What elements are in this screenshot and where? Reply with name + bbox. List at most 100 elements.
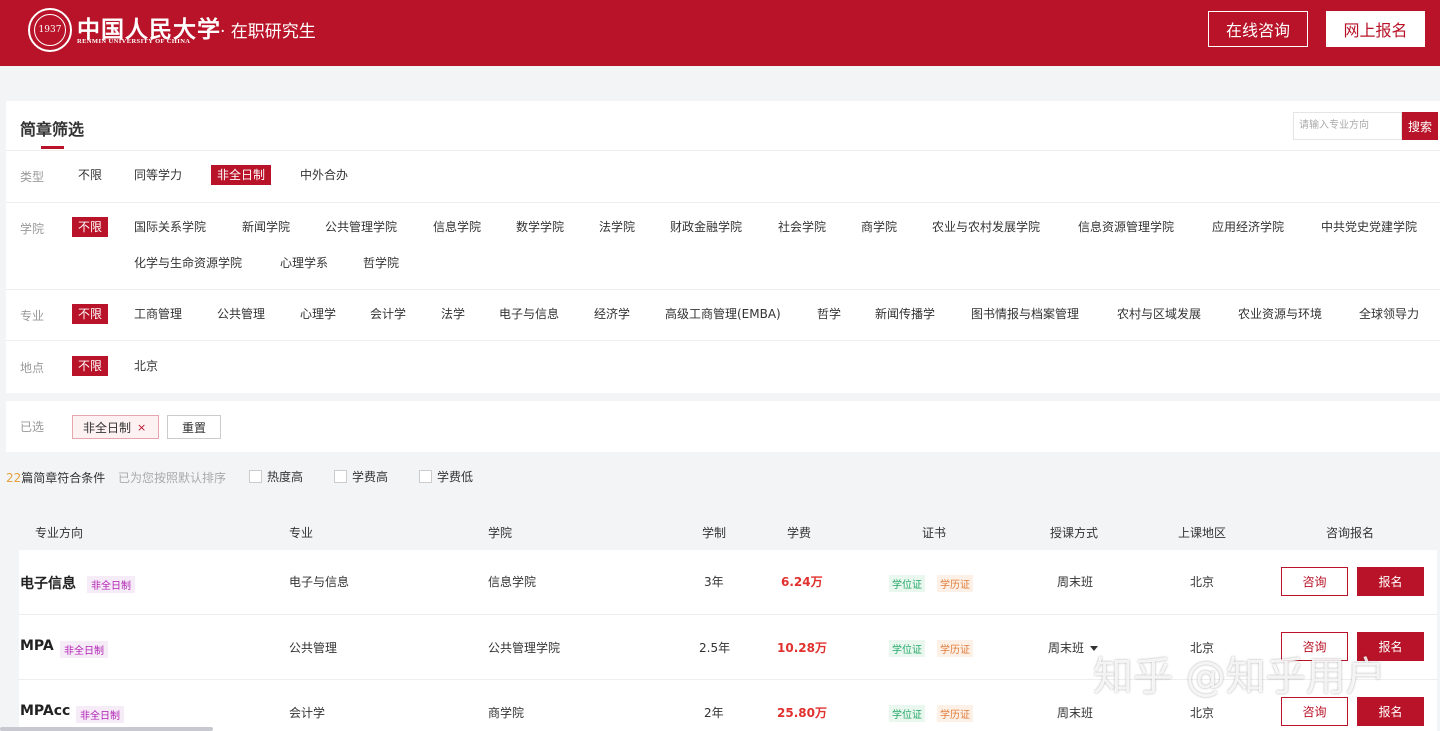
major-option[interactable]: 不限 <box>72 304 109 324</box>
sort-option-label: 热度高 <box>267 470 304 484</box>
sort-option-popular[interactable]: 热度高 <box>249 468 303 485</box>
college-option[interactable]: 心理学系 <box>280 256 328 270</box>
sort-option-label: 学费高 <box>352 470 389 484</box>
university-seal-logo[interactable]: 1937 <box>28 8 72 52</box>
college-label: 学院 <box>20 222 45 236</box>
online-apply-button[interactable]: 网上报名 <box>1326 11 1425 47</box>
program-type-badge: 非全日制 <box>87 576 135 593</box>
major-option[interactable]: 高级工商管理(EMBA) <box>665 307 781 321</box>
result-count: 22篇简章符合条件 <box>6 469 105 486</box>
top-header: 1937 中国人民大学 RENMIN UNIVERSITY OF CHINA ·… <box>0 0 1440 66</box>
watermark: 知乎 @知乎用户 <box>1093 654 1386 700</box>
college-option[interactable]: 哲学院 <box>363 256 399 270</box>
search-button[interactable]: 搜索 <box>1402 112 1438 140</box>
program-direction[interactable]: 电子信息 <box>20 573 76 593</box>
major-option[interactable]: 全球领导力 <box>1359 307 1419 321</box>
region-cell: 北京 <box>1190 706 1215 720</box>
divider <box>6 202 1440 203</box>
result-count-number: 22 <box>6 471 22 485</box>
major-option[interactable]: 电子与信息 <box>499 307 559 321</box>
college-option[interactable]: 数学学院 <box>516 220 564 234</box>
college-option[interactable]: 法学院 <box>599 220 635 234</box>
major-option[interactable]: 会计学 <box>370 307 406 321</box>
major-option[interactable]: 新闻传播学 <box>875 307 935 321</box>
divider <box>6 150 1440 151</box>
location-label: 地点 <box>20 361 45 375</box>
college-option[interactable]: 信息资源管理学院 <box>1078 220 1174 234</box>
diploma-cert-badge: 学历证 <box>937 705 973 722</box>
horizontal-scrollbar[interactable] <box>0 727 213 731</box>
column-header: 学费 <box>787 526 812 540</box>
column-header: 授课方式 <box>1050 526 1099 540</box>
close-icon[interactable]: × <box>137 421 146 434</box>
major-option[interactable]: 农业资源与环境 <box>1238 307 1322 321</box>
major-option[interactable]: 农村与区域发展 <box>1117 307 1201 321</box>
search-input[interactable]: 请输入专业方向 <box>1293 112 1402 140</box>
college-option[interactable]: 化学与生命资源学院 <box>134 256 242 270</box>
program-direction[interactable]: MPA <box>20 638 54 654</box>
filter-title: 简章筛选 <box>20 120 85 139</box>
column-header: 专业 <box>289 526 314 540</box>
college-option[interactable]: 不限 <box>72 217 109 237</box>
selected-label: 已选 <box>20 420 45 434</box>
location-option-any[interactable]: 不限 <box>72 356 109 376</box>
major-option[interactable]: 经济学 <box>594 307 630 321</box>
teaching-mode-dropdown[interactable]: 周末班 <box>1048 639 1099 656</box>
college-option[interactable]: 中共党史党建学院 <box>1321 220 1417 234</box>
college-option[interactable]: 信息学院 <box>433 220 481 234</box>
selected-panel <box>6 401 1440 452</box>
region-cell: 北京 <box>1190 575 1215 589</box>
program-direction[interactable]: MPAcc <box>20 703 70 719</box>
college-option[interactable]: 国际关系学院 <box>134 220 206 234</box>
major-option[interactable]: 工商管理 <box>134 307 182 321</box>
location-option-beijing[interactable]: 北京 <box>134 359 158 373</box>
degree-cert-badge: 学位证 <box>889 640 925 657</box>
college-cell: 公共管理学院 <box>488 641 561 655</box>
filter-panel <box>6 101 1440 393</box>
column-header: 专业方向 <box>35 526 84 540</box>
checkbox[interactable] <box>419 470 432 483</box>
type-option-any[interactable]: 不限 <box>78 168 102 182</box>
major-option[interactable]: 公共管理 <box>217 307 265 321</box>
major-option[interactable]: 法学 <box>441 307 465 321</box>
filter-title-underline <box>41 146 64 149</box>
college-option[interactable]: 社会学院 <box>778 220 826 234</box>
checkbox[interactable] <box>249 470 262 483</box>
row-divider <box>19 614 1437 615</box>
degree-cert-badge: 学位证 <box>889 575 925 592</box>
divider <box>6 289 1440 290</box>
type-option-joint[interactable]: 中外合办 <box>300 168 348 182</box>
college-option[interactable]: 新闻学院 <box>242 220 290 234</box>
teaching-mode-cell: 周末班 <box>1057 706 1094 720</box>
online-consult-button[interactable]: 在线咨询 <box>1208 11 1308 47</box>
major-cell: 公共管理 <box>289 641 338 655</box>
fee-cell: 10.28万 <box>777 641 827 655</box>
fee-cell: 25.80万 <box>777 706 827 720</box>
type-option-part-time[interactable]: 非全日制 <box>211 165 272 185</box>
consult-button[interactable]: 咨询 <box>1281 567 1348 596</box>
type-option-equivalent[interactable]: 同等学力 <box>134 168 182 182</box>
college-option[interactable]: 应用经济学院 <box>1212 220 1284 234</box>
selected-tag[interactable]: 非全日制 × <box>72 415 159 439</box>
seal-inner-ring: 1937 <box>34 14 66 46</box>
college-option[interactable]: 农业与农村发展学院 <box>932 220 1040 234</box>
major-option[interactable]: 心理学 <box>300 307 336 321</box>
college-cell: 信息学院 <box>488 575 537 589</box>
sort-option-fee-high[interactable]: 学费高 <box>334 468 388 485</box>
checkbox[interactable] <box>334 470 347 483</box>
college-option[interactable]: 公共管理学院 <box>325 220 397 234</box>
teaching-mode-value: 周末班 <box>1048 641 1085 655</box>
college-option[interactable]: 财政金融学院 <box>670 220 742 234</box>
major-option[interactable]: 图书情报与档案管理 <box>971 307 1079 321</box>
apply-button[interactable]: 报名 <box>1357 567 1424 596</box>
reset-button[interactable]: 重置 <box>167 415 221 439</box>
degree-cert-badge: 学位证 <box>889 705 925 722</box>
major-option[interactable]: 哲学 <box>817 307 841 321</box>
column-header: 上课地区 <box>1178 526 1227 540</box>
college-option[interactable]: 商学院 <box>861 220 897 234</box>
column-header: 学院 <box>488 526 513 540</box>
college-cell: 商学院 <box>488 706 525 720</box>
sort-hint: 已为您按照默认排序 <box>118 471 227 485</box>
sort-option-fee-low[interactable]: 学费低 <box>419 468 473 485</box>
duration-cell: 2年 <box>704 706 724 720</box>
